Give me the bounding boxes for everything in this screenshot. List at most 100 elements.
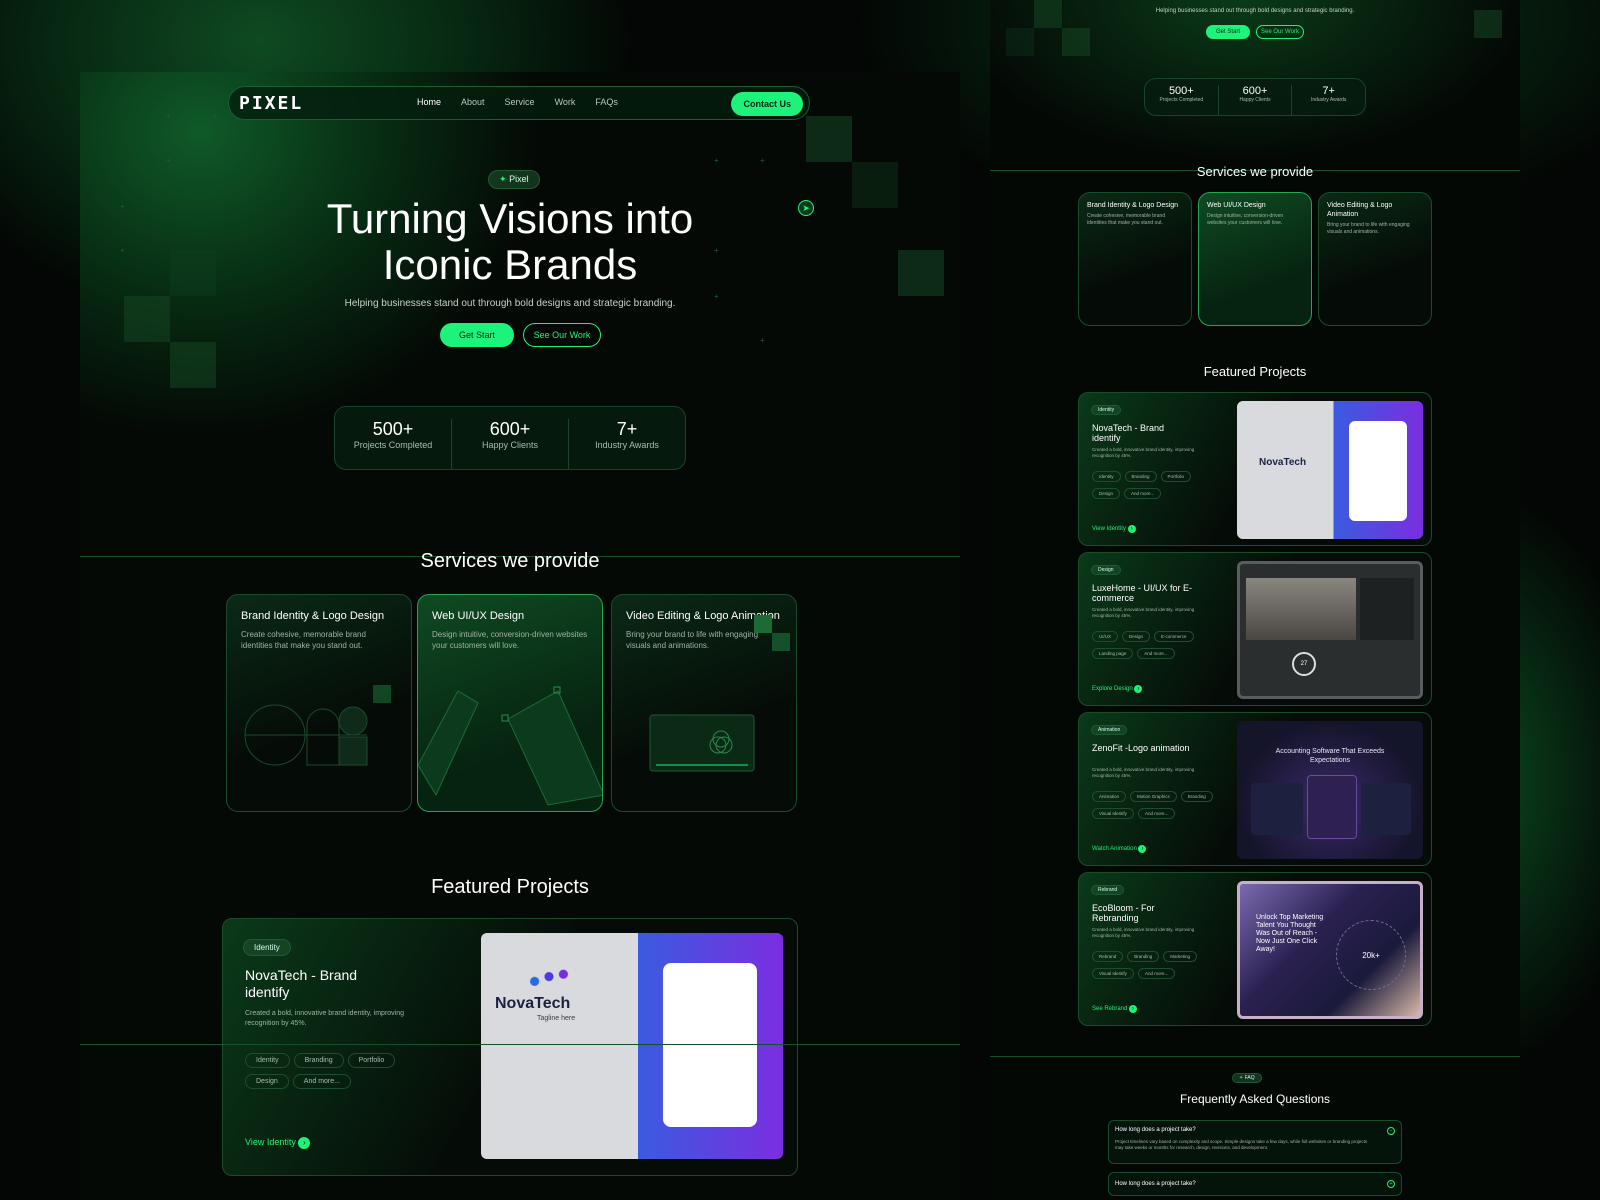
service-card-brand[interactable]: Brand Identity & Logo Design Create cohe… bbox=[226, 594, 412, 812]
project-category: Design bbox=[1091, 565, 1121, 575]
tag[interactable]: Portfolio bbox=[1160, 471, 1192, 482]
service-title: Web UI/UX Design bbox=[432, 610, 525, 622]
nav-faqs[interactable]: FAQs bbox=[595, 97, 618, 107]
mockup-headline: Unlock Top Marketing Talent You Thought … bbox=[1256, 914, 1324, 953]
tag[interactable]: Branding bbox=[1180, 791, 1213, 802]
tag[interactable]: Design bbox=[1122, 631, 1151, 642]
project-card-ecobloom[interactable]: Rebrand EcoBloom - For Rebranding Create… bbox=[1078, 872, 1432, 1026]
tag[interactable]: Motion Graphics bbox=[1130, 791, 1177, 802]
service-title: Web UI/UX Design bbox=[1207, 202, 1266, 209]
link-label: View Identity bbox=[1092, 526, 1126, 532]
tag[interactable]: Branding bbox=[1127, 951, 1160, 962]
view-identity-link[interactable]: View Identity › bbox=[245, 1137, 311, 1149]
tag[interactable]: Design bbox=[245, 1074, 289, 1089]
mockup-tagline: Tagline here bbox=[537, 1015, 576, 1022]
stats-widget bbox=[1307, 775, 1357, 839]
hero-subtitle: Helping businesses stand out through bol… bbox=[344, 298, 676, 309]
project-category: Rebrand bbox=[1091, 885, 1125, 895]
explore-design-link[interactable]: Explore Design › bbox=[1092, 685, 1143, 693]
hero-badge-label: Pixel bbox=[509, 174, 529, 184]
project-title: LuxeHome - UI/UX for E-commerce bbox=[1092, 583, 1193, 603]
tag[interactable]: Landing page bbox=[1092, 648, 1134, 659]
stat-label: Happy Clients bbox=[481, 440, 539, 450]
tag[interactable]: Rebrand bbox=[1092, 951, 1124, 962]
stat-value: 7+ bbox=[1322, 85, 1335, 97]
service-card-video[interactable]: Video Editing & Logo Animation Bring you… bbox=[611, 594, 797, 812]
tag[interactable]: And more... bbox=[292, 1074, 351, 1089]
tag[interactable]: Branding bbox=[1124, 471, 1157, 482]
service-card-video[interactable]: Video Editing & Logo Animation Bring you… bbox=[1318, 192, 1432, 326]
tag[interactable]: And more... bbox=[1124, 488, 1162, 499]
top-navbar: PIXEL Home About Service Work FAQs Conta… bbox=[228, 86, 810, 120]
project-card-luxehome[interactable]: Design LuxeHome - UI/UX for E-commerce C… bbox=[1078, 552, 1432, 706]
tag[interactable]: Portfolio bbox=[347, 1053, 396, 1068]
project-tags: Animation Motion Graphics Branding Visual I… bbox=[1092, 791, 1222, 825]
tag[interactable]: Marketing bbox=[1163, 951, 1198, 962]
tag[interactable]: E-commerce bbox=[1154, 631, 1194, 642]
service-card-web[interactable]: Web UI/UX Design Design intuitive, conve… bbox=[417, 594, 603, 812]
tag[interactable]: Identity bbox=[245, 1053, 290, 1068]
zenofit-animation-image: Accounting Software That Exceeds Expecta… bbox=[1237, 721, 1423, 859]
stat-label: Projects Completed bbox=[1159, 97, 1204, 103]
project-tags: UI/UX Design E-commerce Landing page And mor… bbox=[1092, 631, 1222, 665]
nav-work[interactable]: Work bbox=[555, 97, 576, 107]
featured-projects-title: Featured Projects bbox=[431, 876, 589, 898]
stat-clients: 600+ Happy Clients bbox=[1219, 85, 1293, 115]
hero-subtitle: Helping businesses stand out through bol… bbox=[1155, 8, 1355, 14]
get-start-button[interactable]: Get Start bbox=[440, 323, 514, 347]
tag[interactable]: Visual Identify bbox=[1092, 808, 1134, 819]
collapse-icon[interactable]: − bbox=[1387, 1127, 1395, 1135]
see-our-work-button[interactable]: See Our Work bbox=[1256, 25, 1304, 39]
project-card-novatech[interactable]: Identity NovaTech - Brand identify Creat… bbox=[222, 918, 798, 1176]
tag[interactable]: Branding bbox=[293, 1053, 344, 1068]
faq-item-closed[interactable]: How long does a project take? + bbox=[1108, 1172, 1402, 1196]
tag[interactable]: Visual Identify bbox=[1092, 968, 1134, 979]
tag[interactable]: UI/UX bbox=[1092, 631, 1119, 642]
phone-mockup bbox=[1349, 421, 1407, 521]
nav-home[interactable]: Home bbox=[417, 97, 441, 107]
tag[interactable]: And more... bbox=[1137, 968, 1176, 979]
stat-label: Happy Clients bbox=[1239, 97, 1271, 103]
see-rebrand-link[interactable]: See Rebrand › bbox=[1092, 1005, 1138, 1013]
project-desc: Created a bold, innovative brand identit… bbox=[1092, 447, 1195, 458]
contact-us-button[interactable]: Contact Us bbox=[731, 92, 803, 116]
get-start-button[interactable]: Get Start bbox=[1206, 25, 1250, 39]
stat-label: Industry Awards bbox=[595, 440, 659, 450]
hero-badge: ✦ Pixel bbox=[488, 170, 540, 189]
service-desc: Create cohesive, memorable brand identit… bbox=[1087, 213, 1166, 226]
luxehome-dashboard-image: 27 bbox=[1237, 561, 1423, 699]
service-desc: Bring your brand to life with engaging v… bbox=[1327, 222, 1410, 235]
stat-projects: 500+ Projects Completed bbox=[1145, 85, 1219, 115]
link-label: Watch Animation bbox=[1092, 846, 1137, 852]
project-tags: Identity Branding Portfolio Design And more.… bbox=[245, 1053, 445, 1095]
stat-awards: 7+ Industry Awards bbox=[569, 419, 685, 469]
project-card-zenofit[interactable]: Animation ZenoFit -Logo animation Create… bbox=[1078, 712, 1432, 866]
view-identity-link[interactable]: View Identity › bbox=[1092, 525, 1136, 533]
stat-label: Industry Awards bbox=[1310, 97, 1347, 103]
tag[interactable]: Animation bbox=[1092, 791, 1127, 802]
nav-service[interactable]: Service bbox=[505, 97, 535, 107]
expand-icon[interactable]: + bbox=[1387, 1180, 1395, 1188]
tag[interactable]: And more... bbox=[1137, 808, 1176, 819]
service-title: Video Editing & Logo Animation bbox=[1327, 202, 1393, 218]
stats-bar: 500+ Projects Completed 600+ Happy Clients… bbox=[1144, 78, 1366, 116]
stat-projects: 500+ Projects Completed bbox=[335, 419, 452, 469]
service-card-web[interactable]: Web UI/UX Design Design intuitive, conve… bbox=[1198, 192, 1312, 326]
tag[interactable]: Design bbox=[1092, 488, 1121, 499]
faq-item-open[interactable]: How long does a project take? Project ti… bbox=[1108, 1120, 1402, 1164]
service-card-brand[interactable]: Brand Identity & Logo Design Create cohe… bbox=[1078, 192, 1192, 326]
folded-shapes-illustration bbox=[418, 686, 602, 806]
pixel-logo[interactable]: PIXEL bbox=[239, 93, 303, 114]
link-label: View Identity bbox=[245, 1137, 296, 1147]
sparkle-icon: ✦ bbox=[499, 174, 507, 184]
see-our-work-button[interactable]: See Our Work bbox=[523, 323, 601, 347]
tag[interactable]: And more... bbox=[1137, 648, 1175, 659]
project-card-novatech[interactable]: Identity NovaTech - Brand identify Creat… bbox=[1078, 392, 1432, 546]
service-desc: Design intuitive, conversion-driven webs… bbox=[432, 630, 588, 650]
project-title: ZenoFit -Logo animation bbox=[1092, 743, 1190, 753]
tag[interactable]: Identity bbox=[1092, 471, 1121, 482]
nav-about[interactable]: About bbox=[461, 97, 485, 107]
service-title: Brand Identity & Logo Design bbox=[1087, 202, 1179, 209]
watch-animation-link[interactable]: Watch Animation › bbox=[1092, 845, 1147, 853]
cursor-arrow-icon: ➤ bbox=[798, 200, 814, 216]
